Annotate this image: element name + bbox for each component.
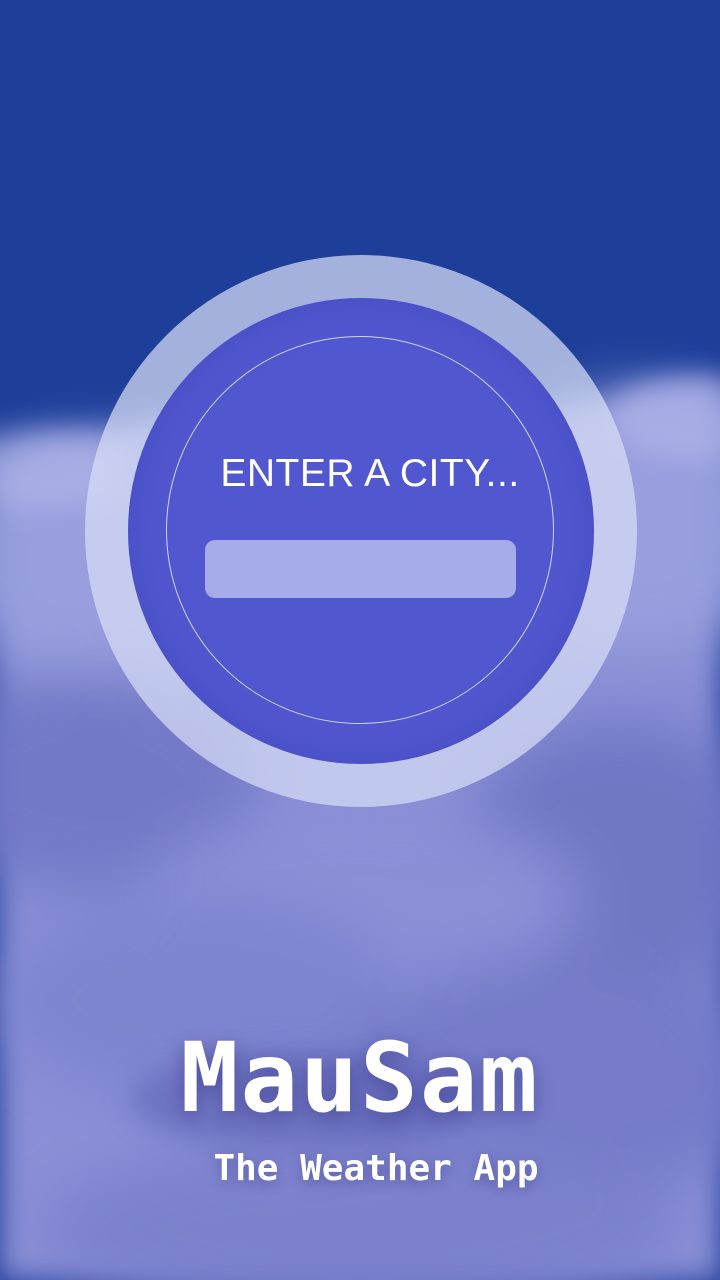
- enter-city-label: ENTER A CITY...: [220, 452, 520, 495]
- app-tagline: The Weather App: [213, 1148, 539, 1189]
- search-inner-outline: [166, 336, 554, 724]
- city-input[interactable]: [205, 540, 516, 598]
- app-name-logo: MauSam: [180, 1022, 540, 1134]
